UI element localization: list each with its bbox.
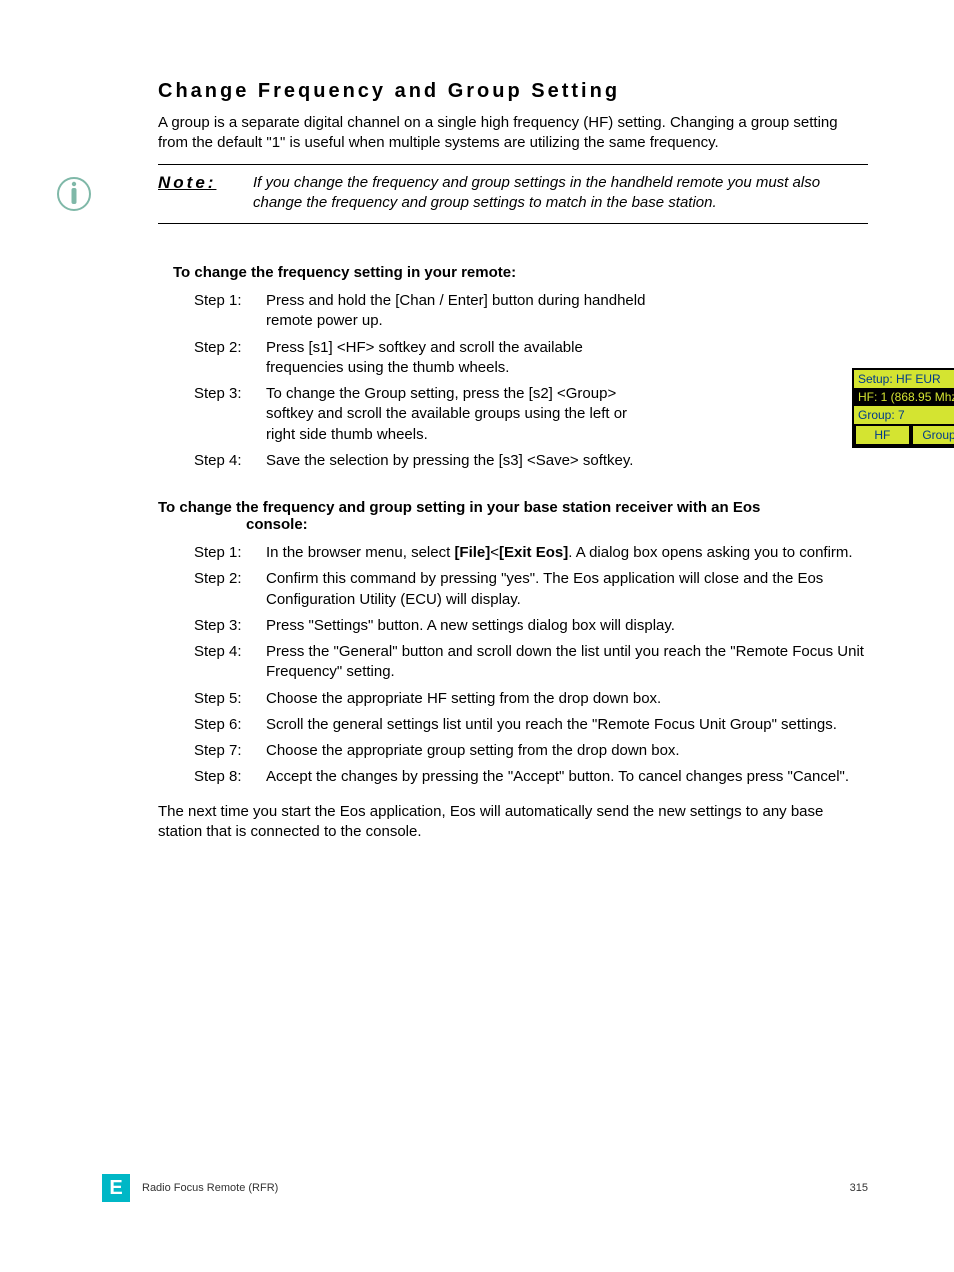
section2-title-a: To change the frequency and group settin…	[158, 499, 760, 516]
remote-display: Setup: HF EUR HF: 1 (868.95 Mhz) Group: …	[852, 368, 954, 448]
step-label: Step 1:	[194, 291, 266, 332]
step-text: Confirm this command by pressing "yes". …	[266, 569, 868, 610]
section1-steps: Step 1:Press and hold the [Chan / Enter]…	[194, 291, 868, 471]
section2-steps: Step 1:In the browser menu, select [File…	[194, 543, 868, 788]
page-footer: E Radio Focus Remote (RFR) 315	[102, 1174, 868, 1202]
section2-title-b: console:	[246, 516, 868, 533]
step-item: Step 1:Press and hold the [Chan / Enter]…	[194, 291, 868, 332]
step-label: Step 4:	[194, 642, 266, 683]
step-item: Step 7:Choose the appropriate group sett…	[194, 741, 868, 761]
step-post: . A dialog box opens asking you to confi…	[568, 544, 852, 561]
section1-title: To change the frequency setting in your …	[173, 264, 868, 281]
step-item: Step 2:Press [s1] <HF> softkey and scrol…	[194, 338, 868, 379]
step-mid: <	[490, 544, 499, 561]
step-text: Press the "General" button and scroll do…	[266, 642, 868, 683]
display-line1: Setup: HF EUR	[854, 370, 954, 388]
step-item: Step 4:Save the selection by pressing th…	[194, 451, 868, 471]
step-item: Step 1:In the browser menu, select [File…	[194, 543, 868, 563]
section2-title: To change the frequency and group settin…	[158, 499, 868, 533]
step-text: Choose the appropriate HF setting from t…	[266, 689, 868, 709]
note-label: Note:	[158, 173, 253, 214]
step-text: Choose the appropriate group setting fro…	[266, 741, 868, 761]
step-text: Press "Settings" button. A new settings …	[266, 616, 868, 636]
step-item: Step 4:Press the "General" button and sc…	[194, 642, 868, 683]
step-bold: [Exit Eos]	[499, 544, 568, 561]
note-block: Note: If you change the frequency and gr…	[158, 164, 868, 225]
step-item: Step 8:Accept the changes by pressing th…	[194, 767, 868, 787]
step-text: Press and hold the [Chan / Enter] button…	[266, 291, 656, 332]
step-label: Step 6:	[194, 715, 266, 735]
step-item: Step 6:Scroll the general settings list …	[194, 715, 868, 735]
step-label: Step 3:	[194, 616, 266, 636]
step-text: To change the Group setting, press the […	[266, 384, 656, 445]
step-text: Accept the changes by pressing the "Acce…	[266, 767, 868, 787]
page-heading: Change Frequency and Group Setting	[158, 80, 868, 103]
display-softkeys: HF Group Save	[854, 424, 954, 446]
softkey-group: Group	[913, 426, 954, 444]
footer-title: Radio Focus Remote (RFR)	[142, 1182, 828, 1194]
step-label: Step 8:	[194, 767, 266, 787]
step-label: Step 7:	[194, 741, 266, 761]
step-label: Step 1:	[194, 543, 266, 563]
softkey-hf: HF	[856, 426, 909, 444]
page-number: 315	[828, 1182, 868, 1194]
step-item: Step 3:To change the Group setting, pres…	[194, 384, 868, 445]
info-icon	[56, 176, 92, 212]
step-label: Step 5:	[194, 689, 266, 709]
closing-paragraph: The next time you start the Eos applicat…	[158, 802, 868, 843]
step-label: Step 2:	[194, 338, 266, 379]
step-text: In the browser menu, select [File]<[Exit…	[266, 543, 868, 563]
step-text: Save the selection by pressing the [s3] …	[266, 451, 656, 471]
step-text: Scroll the general settings list until y…	[266, 715, 868, 735]
step-item: Step 3:Press "Settings" button. A new se…	[194, 616, 868, 636]
note-text: If you change the frequency and group se…	[253, 173, 868, 214]
step-label: Step 3:	[194, 384, 266, 445]
intro-paragraph: A group is a separate digital channel on…	[158, 113, 868, 154]
step-item: Step 5:Choose the appropriate HF setting…	[194, 689, 868, 709]
display-line2: HF: 1 (868.95 Mhz)	[854, 388, 954, 406]
step-pre: In the browser menu, select	[266, 544, 454, 561]
step-bold: [File]	[454, 544, 490, 561]
step-label: Step 2:	[194, 569, 266, 610]
appendix-badge: E	[102, 1174, 130, 1202]
step-text: Press [s1] <HF> softkey and scroll the a…	[266, 338, 656, 379]
step-item: Step 2:Confirm this command by pressing …	[194, 569, 868, 610]
display-line3: Group: 7	[854, 406, 954, 424]
step-label: Step 4:	[194, 451, 266, 471]
